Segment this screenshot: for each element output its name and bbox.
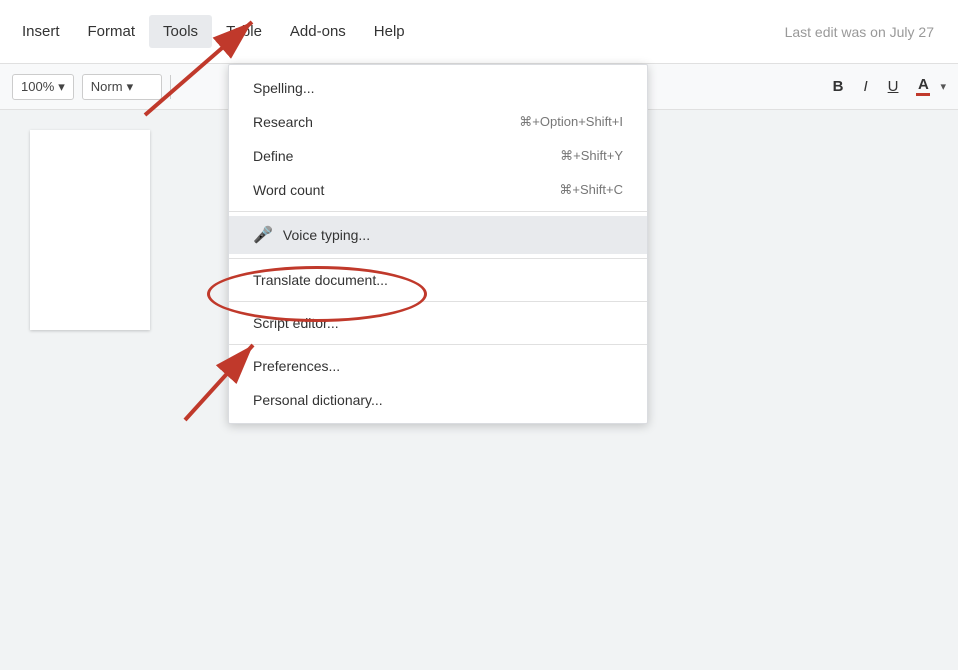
bold-button[interactable]: B [825,74,852,99]
font-color-arrow-icon[interactable]: ▾ [940,80,946,93]
menu-item-voicetyping[interactable]: 🎤 Voice typing... [229,216,647,254]
translate-label: Translate document... [253,272,623,288]
menu-item-define[interactable]: Define ⌘+Shift+Y [229,139,647,173]
menu-tools[interactable]: Tools [149,15,212,48]
menu-item-scripteditor[interactable]: Script editor... [229,306,647,340]
define-label: Define [253,148,560,164]
separator-1 [229,211,647,212]
menu-help[interactable]: Help [360,15,419,48]
menu-item-research[interactable]: Research ⌘+Option+Shift+I [229,105,647,139]
toolbar-divider-1 [170,75,171,99]
menubar: Insert Format Tools Table Add-ons Help L… [0,0,958,64]
spelling-label: Spelling... [253,80,623,96]
tools-dropdown: Spelling... Research ⌘+Option+Shift+I De… [228,64,648,424]
menu-item-dictionary[interactable]: Personal dictionary... [229,383,647,417]
menu-item-translate[interactable]: Translate document... [229,263,647,297]
separator-4 [229,344,647,345]
research-label: Research [253,114,519,130]
font-color-button[interactable]: A [910,75,936,98]
menu-item-spelling[interactable]: Spelling... [229,71,647,105]
research-shortcut: ⌘+Option+Shift+I [519,114,623,130]
menu-format[interactable]: Format [74,15,150,48]
define-shortcut: ⌘+Shift+Y [560,148,623,164]
style-arrow-icon: ▾ [127,79,134,95]
wordcount-shortcut: ⌘+Shift+C [559,182,623,198]
preferences-label: Preferences... [253,358,623,374]
underline-button[interactable]: U [880,74,907,99]
separator-3 [229,301,647,302]
voicetyping-label: Voice typing... [283,227,623,243]
zoom-arrow-icon: ▾ [58,79,65,95]
style-selector[interactable]: Norm ▾ [82,74,162,100]
menu-insert[interactable]: Insert [8,15,74,48]
zoom-selector[interactable]: 100% ▾ [12,74,74,100]
zoom-value: 100% [21,79,54,94]
style-value: Norm [91,79,123,94]
dictionary-label: Personal dictionary... [253,392,623,408]
font-color-bar [916,93,930,96]
microphone-icon: 🎤 [253,225,273,245]
tools-dropdown-menu: Spelling... Research ⌘+Option+Shift+I De… [228,64,648,424]
menu-item-preferences[interactable]: Preferences... [229,349,647,383]
wordcount-label: Word count [253,182,559,198]
menu-addons[interactable]: Add-ons [276,15,360,48]
font-color-letter: A [918,77,929,92]
menu-table[interactable]: Table [212,15,276,48]
italic-button[interactable]: I [855,74,875,99]
last-edit-label: Last edit was on July 27 [785,24,950,40]
document-page [30,130,150,330]
toolbar-format-buttons: B I U A ▾ [825,74,946,99]
separator-2 [229,258,647,259]
menu-item-wordcount[interactable]: Word count ⌘+Shift+C [229,173,647,207]
scripteditor-label: Script editor... [253,315,623,331]
